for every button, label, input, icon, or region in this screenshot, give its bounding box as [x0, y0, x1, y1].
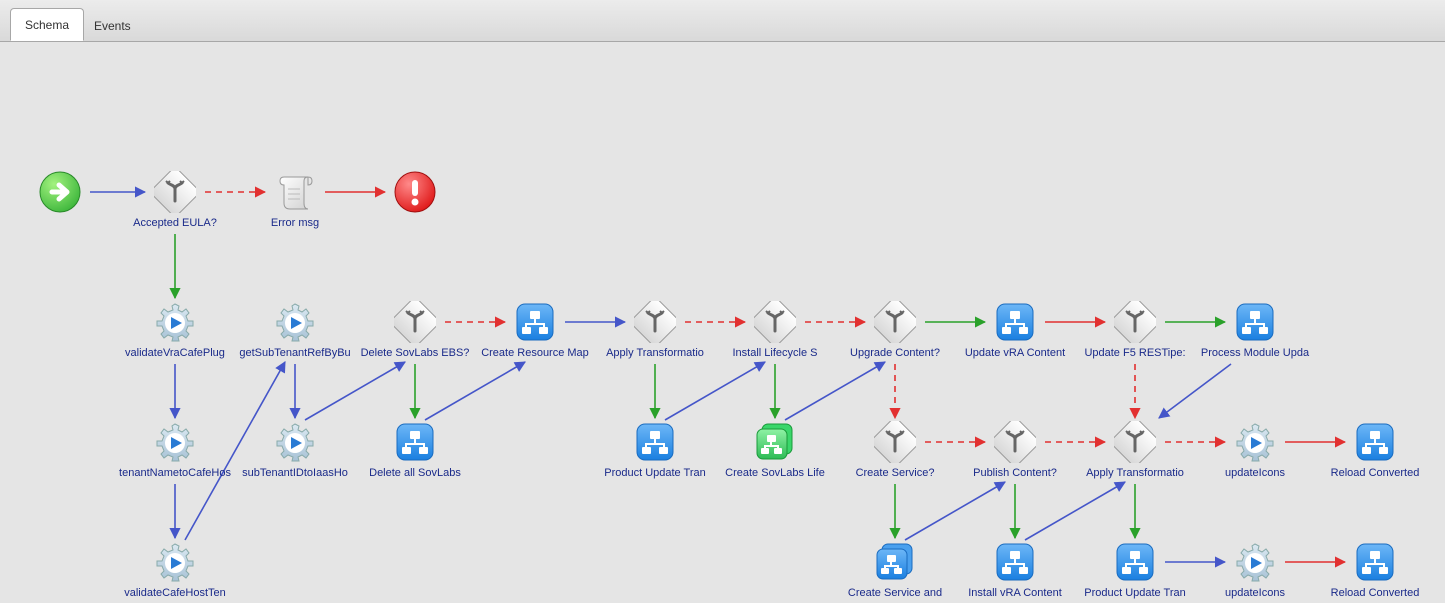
node-label: validateVraCafePlug	[115, 347, 235, 359]
node-createSovLabsLife[interactable]: Create SovLabs Life	[715, 421, 835, 479]
workflow-icon	[994, 301, 1036, 343]
node-validateVraCafePlug[interactable]: validateVraCafePlug	[115, 301, 235, 359]
gear-icon	[274, 301, 316, 343]
node-applyTransform2[interactable]: Apply Transformatio	[1075, 421, 1195, 479]
decision-icon	[394, 301, 436, 343]
node-label: Accepted EULA?	[115, 217, 235, 229]
node-applyTransform1[interactable]: Apply Transformatio	[595, 301, 715, 359]
node-installVraContent[interactable]: Install vRA Content	[955, 541, 1075, 599]
node-label: validateCafeHostTen	[115, 587, 235, 599]
gear-icon	[1234, 541, 1276, 583]
node-deleteSovLabsEBS[interactable]: Delete SovLabs EBS?	[355, 301, 475, 359]
workflow-icon	[514, 301, 556, 343]
decision-icon	[874, 301, 916, 343]
tab-schema[interactable]: Schema	[10, 8, 84, 41]
node-label: Product Update Tran	[1075, 587, 1195, 599]
node-eula[interactable]: Accepted EULA?	[115, 171, 235, 229]
node-createResourceMap[interactable]: Create Resource Map	[475, 301, 595, 359]
gear-icon	[154, 541, 196, 583]
arrow	[1025, 482, 1125, 540]
workflow-icon	[634, 421, 676, 463]
decision-icon	[754, 301, 796, 343]
node-label: Apply Transformatio	[595, 347, 715, 359]
tab-events[interactable]: Events	[80, 10, 145, 43]
decision-icon	[154, 171, 196, 213]
node-label: Create SovLabs Life	[715, 467, 835, 479]
node-label: updateIcons	[1195, 467, 1315, 479]
node-getSubTenantRefByBu[interactable]: getSubTenantRefByBu	[235, 301, 355, 359]
workflow-icon	[1114, 541, 1156, 583]
arrow	[785, 362, 885, 420]
node-label: Reload Converted	[1315, 587, 1435, 599]
node-label: Publish Content?	[955, 467, 1075, 479]
node-createServiceAnd[interactable]: Create Service and	[835, 541, 955, 599]
error-icon	[394, 171, 436, 213]
node-label: getSubTenantRefByBu	[235, 347, 355, 359]
node-label: Delete all SovLabs	[355, 467, 475, 479]
node-reloadConverted2[interactable]: Reload Converted	[1315, 541, 1435, 599]
node-subTenantIDtoIaasHo[interactable]: subTenantIDtoIaasHo	[235, 421, 355, 479]
node-productUpdateTran1[interactable]: Product Update Tran	[595, 421, 715, 479]
tabs-bar: Schema Events	[0, 0, 1445, 42]
node-label: Product Update Tran	[595, 467, 715, 479]
node-label: updateIcons	[1195, 587, 1315, 599]
stack-icon	[754, 421, 796, 463]
node-updateVraContent[interactable]: Update vRA Content	[955, 301, 1075, 359]
gear-icon	[1234, 421, 1276, 463]
node-installLifecycleS[interactable]: Install Lifecycle S	[715, 301, 835, 359]
node-label: Error msg	[235, 217, 355, 229]
arrow	[305, 362, 405, 420]
workflow-icon	[994, 541, 1036, 583]
node-label: Update F5 RESTipe:	[1075, 347, 1195, 359]
decision-icon	[994, 421, 1036, 463]
script-icon	[274, 171, 316, 213]
node-createService[interactable]: Create Service?	[835, 421, 955, 479]
node-deleteAllSovLabs[interactable]: Delete all SovLabs	[355, 421, 475, 479]
node-label: Create Service and	[835, 587, 955, 599]
gear-icon	[154, 421, 196, 463]
workflow-canvas[interactable]: Accepted EULA?Error msg validateVraCafePl…	[0, 42, 1445, 603]
node-validateCafeHostTen[interactable]: validateCafeHostTen	[115, 541, 235, 599]
decision-icon	[1114, 421, 1156, 463]
node-label: Create Resource Map	[475, 347, 595, 359]
node-label: Install Lifecycle S	[715, 347, 835, 359]
workflow-icon	[1354, 421, 1396, 463]
node-errmsg[interactable]: Error msg	[235, 171, 355, 229]
workflow-icon	[1234, 301, 1276, 343]
node-publishContent[interactable]: Publish Content?	[955, 421, 1075, 479]
workflow-icon	[394, 421, 436, 463]
gear-icon	[154, 301, 196, 343]
node-updateIcons2[interactable]: updateIcons	[1195, 541, 1315, 599]
node-processModuleUpda[interactable]: Process Module Upda	[1195, 301, 1315, 359]
node-label: Create Service?	[835, 467, 955, 479]
decision-icon	[634, 301, 676, 343]
node-productUpdateTran2[interactable]: Product Update Tran	[1075, 541, 1195, 599]
stack-blue-icon	[874, 541, 916, 583]
node-label: Reload Converted	[1315, 467, 1435, 479]
node-reloadConverted1[interactable]: Reload Converted	[1315, 421, 1435, 479]
node-label: Update vRA Content	[955, 347, 1075, 359]
node-label: Process Module Upda	[1195, 347, 1315, 359]
gear-icon	[274, 421, 316, 463]
node-start[interactable]	[0, 171, 120, 217]
start-icon	[39, 171, 81, 213]
node-label: tenantNametoCafeHos	[115, 467, 235, 479]
node-label: Delete SovLabs EBS?	[355, 347, 475, 359]
node-label: Upgrade Content?	[835, 347, 955, 359]
node-label: Apply Transformatio	[1075, 467, 1195, 479]
node-tenantNametoCafeHos[interactable]: tenantNametoCafeHos	[115, 421, 235, 479]
node-label: subTenantIDtoIaasHo	[235, 467, 355, 479]
arrow	[425, 362, 525, 420]
arrow	[1159, 364, 1231, 418]
node-label: Install vRA Content	[955, 587, 1075, 599]
arrow	[905, 482, 1005, 540]
node-error[interactable]	[355, 171, 475, 217]
node-upgradeContent[interactable]: Upgrade Content?	[835, 301, 955, 359]
node-updateF5RESTipe[interactable]: Update F5 RESTipe:	[1075, 301, 1195, 359]
decision-icon	[874, 421, 916, 463]
workflow-icon	[1354, 541, 1396, 583]
node-updateIcons1[interactable]: updateIcons	[1195, 421, 1315, 479]
decision-icon	[1114, 301, 1156, 343]
arrow	[665, 362, 765, 420]
